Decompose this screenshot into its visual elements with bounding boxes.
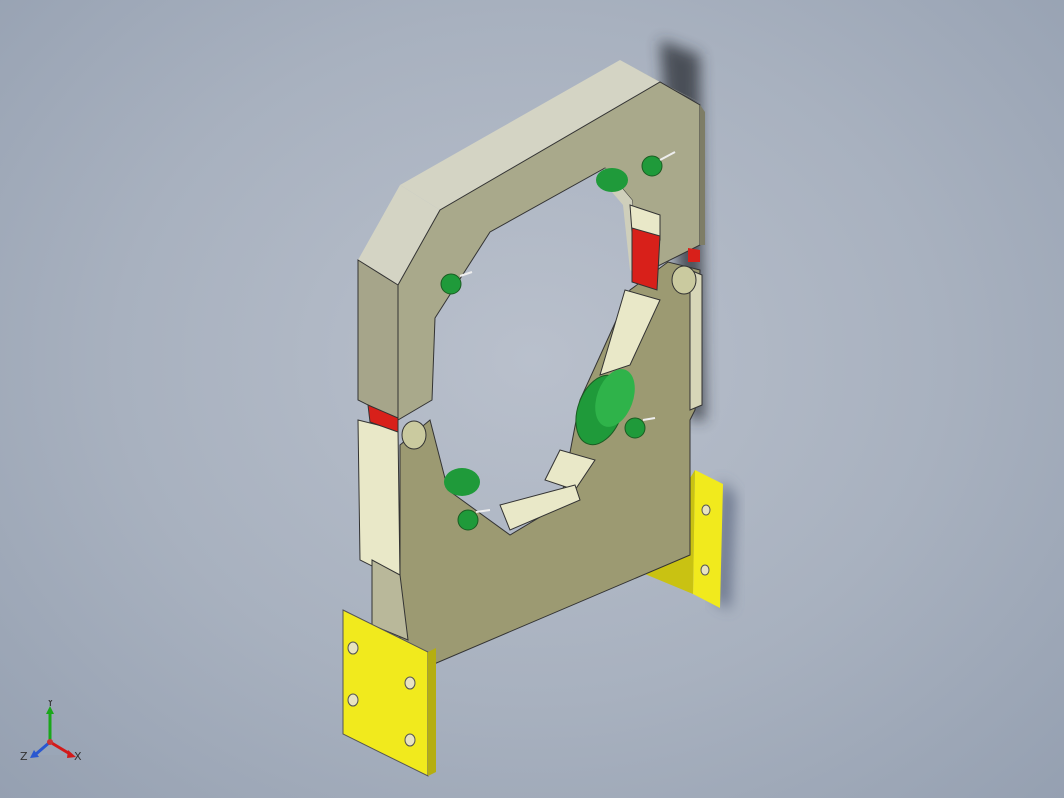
graphics-viewport[interactable]: Y Z X (0, 0, 1064, 798)
triad-label-z: Z (20, 750, 28, 763)
view-orientation-triad-icon (30, 706, 76, 758)
view-orientation-triad[interactable]: Y Z X (18, 700, 88, 770)
triad-label-x: X (74, 750, 82, 763)
axle-cap[interactable] (440, 271, 473, 295)
roller-lower-left[interactable] (444, 468, 480, 496)
triad-label-y: Y (46, 700, 54, 709)
roller-upper[interactable] (596, 168, 628, 192)
pivot-pin-right[interactable] (671, 265, 697, 295)
cad-model-roller-frame-assembly[interactable] (0, 0, 1064, 798)
pivot-pin-left[interactable] (401, 420, 427, 450)
